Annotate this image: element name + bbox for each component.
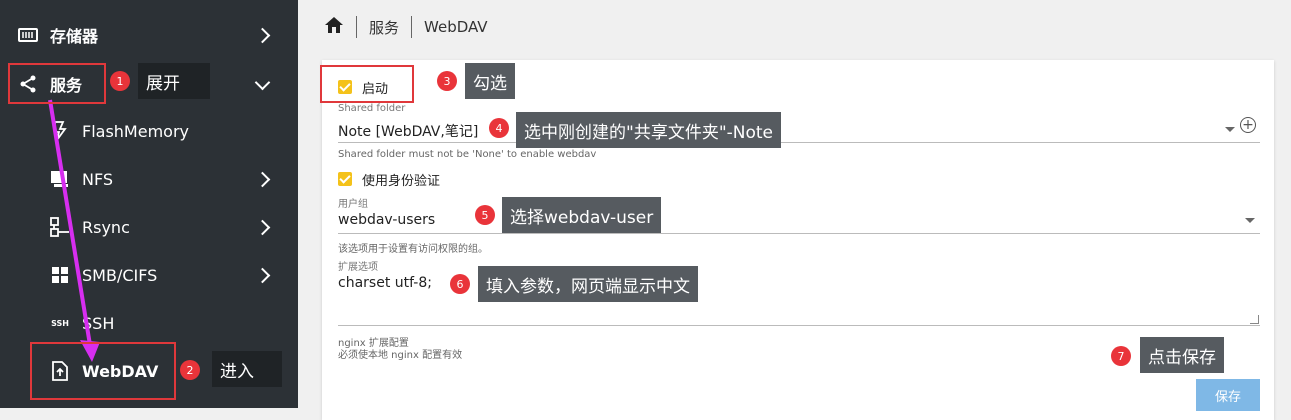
highlight-box-webdav: [30, 342, 176, 400]
step-badge: 3: [437, 71, 457, 91]
step-badge: 4: [489, 118, 509, 138]
step-badge: 6: [450, 274, 470, 294]
step-tip: 选中刚创建的"共享文件夹"-Note: [516, 112, 782, 148]
step-tip: 填入参数，网页端显示中文: [478, 266, 698, 302]
step-tip: 进入: [212, 351, 282, 387]
step-badge: 1: [110, 71, 130, 91]
step-tip: 选择webdav-user: [502, 197, 662, 233]
step-tip: 展开: [138, 63, 210, 99]
step-badge: 5: [475, 205, 495, 225]
step-tip: 点击保存: [1140, 337, 1224, 373]
highlight-box-services: [8, 63, 106, 104]
step-tip: 勾选: [465, 63, 515, 99]
highlight-box-enable: [320, 65, 414, 103]
step-badge: 2: [180, 360, 200, 380]
step-badge: 7: [1111, 346, 1131, 366]
